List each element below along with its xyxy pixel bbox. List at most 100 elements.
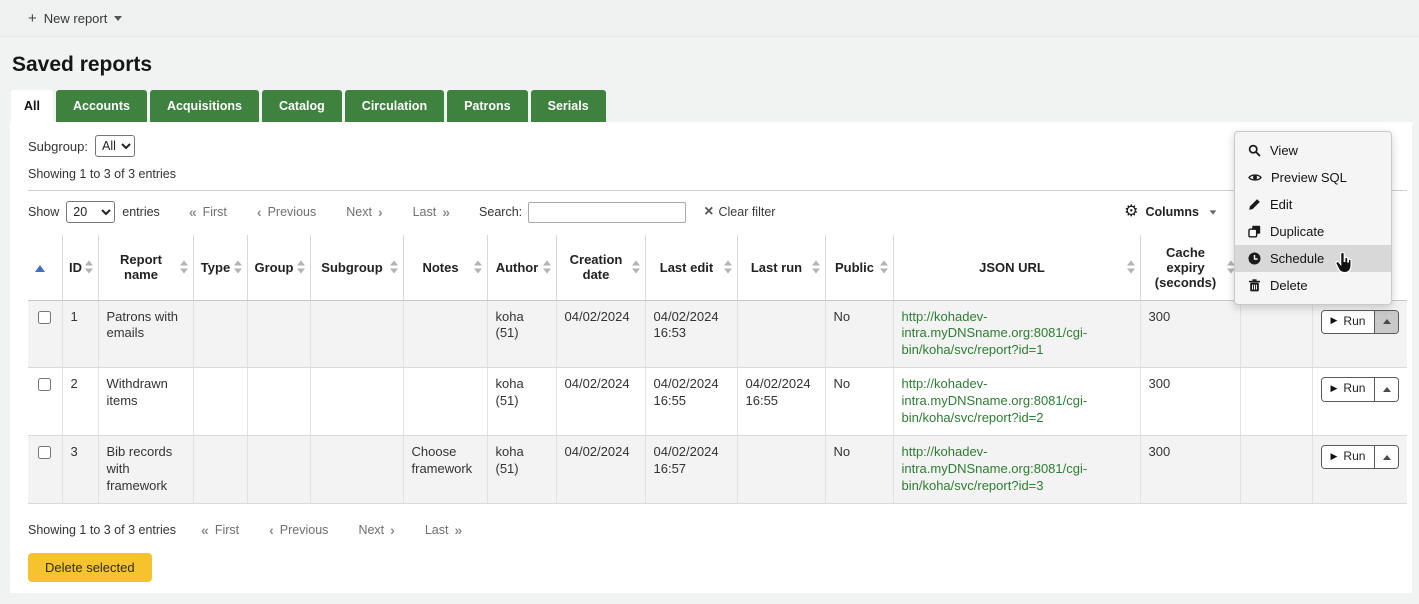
group-column-header[interactable]: Group [247, 235, 310, 300]
hand-pointer-cursor [1333, 252, 1353, 274]
type-cell [193, 435, 247, 503]
page-length-select[interactable]: 20 [66, 201, 115, 223]
subgroup-cell [310, 368, 403, 436]
select-column-header[interactable] [28, 235, 62, 300]
report-group-tabs: All Accounts Acquisitions Catalog Circul… [11, 90, 1419, 122]
menu-item-view[interactable]: View [1235, 137, 1391, 164]
pagination-last[interactable]: Last » [398, 204, 465, 220]
json-url-link[interactable]: http://kohadev-intra.myDNSname.org:8081/… [902, 309, 1088, 358]
public-cell: No [825, 300, 893, 368]
new-report-label: New report [44, 11, 108, 26]
double-chevron-left-icon: « [189, 204, 197, 220]
report-name-cell: Patrons with emails [98, 300, 193, 368]
author-cell: koha (51) [487, 300, 556, 368]
double-chevron-right-icon: » [454, 522, 462, 538]
last-run-cell: 04/02/2024 16:55 [737, 368, 825, 436]
sort-icon [724, 261, 732, 274]
run-button[interactable]: ▶ Run [1322, 446, 1376, 469]
eye-icon [1248, 171, 1262, 184]
pagination-previous[interactable]: ‹ Previous [242, 204, 331, 220]
row-select-checkbox[interactable] [38, 378, 51, 391]
new-report-button[interactable]: + New report [28, 10, 122, 27]
report-name-column-header[interactable]: Report name [98, 235, 193, 300]
tab-all[interactable]: All [11, 90, 53, 122]
pagination-first[interactable]: « First [174, 204, 242, 220]
type-cell [193, 300, 247, 368]
select-cell [28, 435, 62, 503]
json-url-cell: http://kohadev-intra.myDNSname.org:8081/… [893, 435, 1140, 503]
row-select-checkbox[interactable] [38, 446, 51, 459]
saved-results-cell [1240, 435, 1312, 503]
public-column-header[interactable]: Public [825, 235, 893, 300]
menu-item-delete[interactable]: Delete [1235, 272, 1391, 299]
sort-icon [880, 261, 888, 274]
chevron-down-icon [114, 16, 122, 21]
pagination-next[interactable]: Next › [343, 522, 409, 538]
id-cell: 1 [62, 300, 98, 368]
run-dropdown-toggle[interactable] [1375, 311, 1398, 334]
tab-serials[interactable]: Serials [531, 90, 606, 122]
menu-item-edit[interactable]: Edit [1235, 191, 1391, 218]
menu-item-schedule[interactable]: Schedule [1235, 245, 1391, 272]
pagination-first[interactable]: « First [186, 522, 254, 538]
menu-item-duplicate[interactable]: Duplicate [1235, 218, 1391, 245]
delete-selected-button[interactable]: Delete selected [28, 553, 152, 582]
clear-filter-button[interactable]: × Clear filter [704, 204, 775, 220]
tab-accounts[interactable]: Accounts [56, 90, 147, 122]
plus-icon: + [28, 10, 37, 27]
cache-expiry-column-header[interactable]: Cache expiry (seconds) [1140, 235, 1240, 300]
json-url-cell: http://kohadev-intra.myDNSname.org:8081/… [893, 368, 1140, 436]
subgroup-column-header[interactable]: Subgroup [310, 235, 403, 300]
pagination-previous[interactable]: ‹ Previous [254, 522, 343, 538]
sort-icon [85, 261, 93, 274]
pagination-top: « First ‹ Previous Next › Last » [174, 204, 465, 220]
json-url-column-header[interactable]: JSON URL [893, 235, 1140, 300]
search-input[interactable] [528, 202, 686, 223]
chevron-right-icon: › [390, 522, 395, 538]
last-run-cell [737, 435, 825, 503]
sort-icon [812, 261, 820, 274]
actions-cell: ▶ Run [1312, 368, 1407, 436]
last-run-column-header[interactable]: Last run [737, 235, 825, 300]
actions-cell: ▶ Run [1312, 435, 1407, 503]
type-cell [193, 368, 247, 436]
run-button[interactable]: ▶ Run [1322, 378, 1376, 401]
run-dropdown-toggle[interactable] [1375, 446, 1398, 469]
menu-item-preview-sql[interactable]: Preview SQL [1235, 164, 1391, 191]
pencil-icon [1248, 198, 1261, 211]
tab-acquisitions[interactable]: Acquisitions [150, 90, 259, 122]
author-cell: koha (51) [487, 368, 556, 436]
run-dropdown-toggle[interactable] [1375, 378, 1398, 401]
json-url-link[interactable]: http://kohadev-intra.myDNSname.org:8081/… [902, 444, 1088, 493]
notes-cell [403, 368, 487, 436]
json-url-cell: http://kohadev-intra.myDNSname.org:8081/… [893, 300, 1140, 368]
tab-catalog[interactable]: Catalog [262, 90, 342, 122]
pagination-last[interactable]: Last » [410, 522, 477, 538]
report-actions-menu: View Preview SQL Edit Duplicate Schedule… [1234, 131, 1392, 305]
chevron-left-icon: ‹ [257, 204, 262, 220]
subgroup-select[interactable]: All [95, 135, 135, 157]
saved-results-cell [1240, 368, 1312, 436]
creation-date-column-header[interactable]: Creation date [556, 235, 645, 300]
id-column-header[interactable]: ID [62, 235, 98, 300]
notes-cell [403, 300, 487, 368]
json-url-link[interactable]: http://kohadev-intra.myDNSname.org:8081/… [902, 376, 1088, 425]
table-row: 2 Withdrawn items koha (51) 04/02/2024 0… [28, 368, 1407, 436]
type-column-header[interactable]: Type [193, 235, 247, 300]
chevron-down-icon [1210, 210, 1217, 214]
sort-icon [1127, 261, 1135, 274]
row-select-checkbox[interactable] [38, 311, 51, 324]
double-chevron-right-icon: » [442, 204, 450, 220]
play-icon: ▶ [1331, 315, 1338, 327]
last-edit-column-header[interactable]: Last edit [645, 235, 737, 300]
sort-icon [180, 261, 188, 274]
actions-cell: ▶ Run [1312, 300, 1407, 368]
author-column-header[interactable]: Author [487, 235, 556, 300]
report-name-cell: Bib records with framework [98, 435, 193, 503]
run-button[interactable]: ▶ Run [1322, 311, 1376, 334]
notes-column-header[interactable]: Notes [403, 235, 487, 300]
tab-patrons[interactable]: Patrons [447, 90, 528, 122]
columns-button[interactable]: ⚙ Columns [1124, 204, 1217, 220]
pagination-next[interactable]: Next › [331, 204, 397, 220]
tab-circulation[interactable]: Circulation [345, 90, 444, 122]
